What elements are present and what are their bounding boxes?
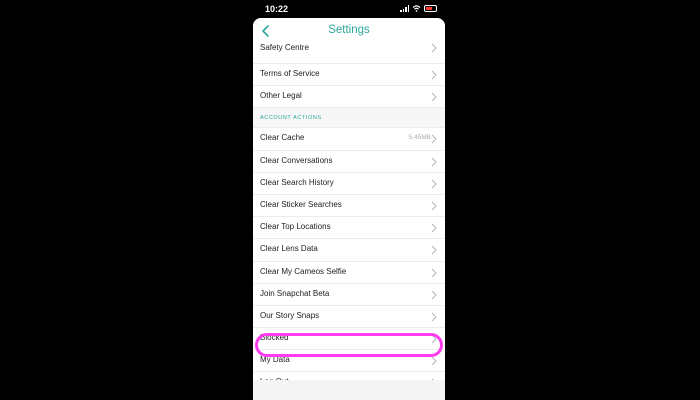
settings-row-clear-search-history[interactable]: Clear Search History [253, 172, 445, 195]
cache-size-value: 5.45MB [408, 134, 431, 142]
list-footer [253, 380, 445, 400]
chevron-right-icon [431, 334, 437, 344]
battery-icon [424, 5, 437, 12]
settings-row-safety-centre[interactable]: Safety Centre [253, 43, 445, 64]
nav-bar: Settings [253, 18, 445, 44]
row-label: Terms of Service [260, 69, 320, 78]
settings-row-terms-of-service[interactable]: Terms of Service [253, 64, 445, 87]
chevron-right-icon [431, 157, 437, 166]
section-header-account-actions: ACCOUNT ACTIONS [253, 108, 445, 129]
settings-row-our-story-snaps[interactable]: Our Story Snaps [253, 305, 445, 329]
page-title: Settings [328, 24, 370, 36]
row-label: Clear Top Locations [260, 222, 331, 232]
settings-sheet: Settings Safety Centre Terms of Service … [253, 18, 445, 400]
row-label: Clear Cache [260, 133, 305, 143]
chevron-right-icon [431, 290, 437, 300]
settings-row-clear-top-locations[interactable]: Clear Top Locations [253, 217, 445, 240]
row-label: Clear Conversations [260, 155, 333, 165]
chevron-right-icon [431, 312, 437, 322]
status-icons [400, 5, 437, 12]
row-label: Clear Sticker Searches [260, 199, 342, 209]
row-label: Other Legal [260, 91, 302, 101]
chevron-right-icon [431, 268, 437, 277]
wifi-icon [412, 5, 421, 12]
status-bar: 10:22 [253, 0, 445, 18]
chevron-right-icon [431, 92, 437, 102]
row-label: Join Snapchat Beta [260, 288, 330, 298]
chevron-right-icon [431, 245, 437, 255]
settings-row-clear-lens-data[interactable]: Clear Lens Data [253, 239, 445, 262]
status-time: 10:22 [265, 4, 289, 14]
settings-row-clear-conversations[interactable]: Clear Conversations [253, 150, 445, 173]
row-label: Blocked [260, 333, 289, 343]
cellular-signal-icon [400, 5, 409, 12]
row-label: My Data [260, 355, 290, 365]
row-label: Clear Search History [260, 177, 334, 187]
row-label: Clear My Cameos Selfie [260, 266, 347, 276]
settings-row-clear-cache[interactable]: Clear Cache 5.45MB [253, 128, 445, 151]
phone-screen: 10:22 Settings Safety Centre Terms of Se… [253, 0, 445, 400]
settings-list: Safety Centre Terms of Service Other Leg… [253, 43, 445, 395]
row-label: Our Story Snaps [260, 310, 320, 320]
settings-row-other-legal[interactable]: Other Legal [253, 86, 445, 109]
settings-row-join-snapchat-beta[interactable]: Join Snapchat Beta [253, 283, 445, 306]
row-label: Safety Centre [260, 43, 309, 52]
section-label: ACCOUNT ACTIONS [260, 115, 322, 122]
chevron-right-icon [431, 356, 437, 366]
chevron-right-icon [431, 135, 437, 144]
chevron-right-icon [431, 201, 437, 211]
settings-row-my-data[interactable]: My Data [253, 350, 445, 373]
chevron-right-icon [431, 43, 437, 53]
settings-row-blocked[interactable]: Blocked [253, 328, 445, 351]
row-label: Clear Lens Data [260, 244, 318, 254]
settings-row-clear-sticker-searches[interactable]: Clear Sticker Searches [253, 194, 445, 218]
chevron-right-icon [431, 179, 437, 189]
chevron-right-icon [431, 70, 437, 80]
chevron-right-icon [431, 223, 437, 233]
settings-row-clear-my-cameos-selfie[interactable]: Clear My Cameos Selfie [253, 261, 445, 284]
